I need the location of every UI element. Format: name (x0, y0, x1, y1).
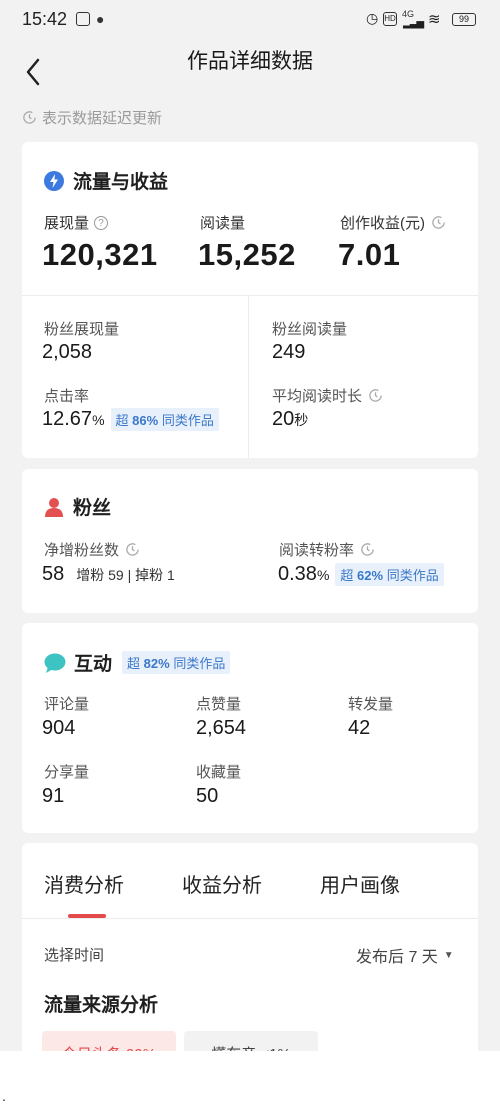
comments-label: 评论量 (44, 696, 90, 713)
delay-notice-text: 表示数据延迟更新 (42, 110, 163, 127)
ctr-label: 点击率 (44, 388, 90, 405)
fan-impressions-value: 2,058 (42, 341, 93, 363)
tab-user-profile[interactable]: 用户画像 (320, 869, 400, 898)
avg-time-row: 20秒 (272, 408, 308, 431)
conversion-row: 0.38 % 超 62% 同类作品 (278, 563, 444, 586)
earnings-label-group: 创作收益(元) (340, 212, 446, 233)
impressions-label-group: 展现量 ? (44, 212, 109, 233)
fans-card: 粉丝 净增粉丝数 58 增粉 59 | 掉粉 1 阅读转粉率 0.38 % 超 … (22, 469, 478, 613)
ctr-value: 12.67 (42, 408, 93, 430)
avg-time-label-group: 平均阅读时长 (272, 385, 383, 406)
badge-prefix: 超 (115, 413, 129, 428)
comments-value: 904 (42, 717, 76, 739)
lightning-icon (44, 170, 64, 191)
avg-time-label: 平均阅读时长 (272, 388, 363, 405)
impressions-label: 展现量 (44, 215, 90, 232)
tab-consumption[interactable]: 消费分析 (44, 869, 124, 898)
interaction-badge: 超 82% 同类作品 (122, 651, 231, 674)
net-gain-value: 58 (42, 563, 65, 585)
gallery-icon (76, 12, 90, 26)
badge-prefix: 超 (127, 656, 141, 671)
conversion-badge: 超 62% 同类作品 (335, 563, 444, 586)
person-icon (45, 497, 63, 517)
ctr-row: 12.67 % 超 86% 同类作品 (42, 408, 219, 431)
net-gain-row: 58 增粉 59 | 掉粉 1 (42, 563, 175, 586)
reads-value: 15,252 (198, 237, 296, 272)
divider (22, 295, 478, 296)
fan-impressions-label: 粉丝展现量 (44, 321, 120, 338)
delay-clock-icon (23, 111, 36, 124)
delay-clock-icon (369, 389, 382, 402)
signal-icon: ▂▃▅ (403, 18, 424, 29)
divider (248, 295, 249, 458)
fan-reads-value: 249 (272, 341, 306, 363)
wifi-icon: ≋ (428, 11, 441, 28)
avg-time-value: 20 (272, 408, 295, 430)
conversion-label: 阅读转粉率 (279, 542, 355, 559)
shares-label: 分享量 (44, 764, 90, 781)
traffic-card: 流量与收益 展现量 ? 120,321 阅读量 15,252 创作收益(元) 7… (22, 142, 478, 458)
earnings-value: 7.01 (338, 237, 401, 272)
help-icon[interactable]: ? (94, 215, 109, 230)
ctr-badge: 超 86% 同类作品 (110, 408, 219, 431)
interaction-title: 互动 (74, 654, 113, 675)
fan-reads-label: 粉丝阅读量 (272, 321, 348, 338)
badge-suffix: 同类作品 (386, 568, 439, 583)
ctr-unit: % (92, 411, 105, 428)
dot-mark: . (2, 1088, 6, 1104)
fans-section-title: 粉丝 (44, 493, 111, 520)
badge-percent: 82% (143, 656, 170, 671)
favorites-label: 收藏量 (196, 764, 242, 781)
interaction-section-title: 互动 超 82% 同类作品 (44, 649, 231, 676)
badge-prefix: 超 (340, 568, 354, 583)
bottom-panel (0, 1051, 500, 1110)
source-title: 流量来源分析 (44, 995, 159, 1016)
delay-notice: 表示数据延迟更新 (22, 107, 162, 128)
time-select-dropdown[interactable]: 发布后 7 天 ▼ (356, 943, 454, 967)
conversion-unit: % (316, 566, 330, 583)
traffic-title: 流量与收益 (73, 172, 169, 193)
conversion-label-group: 阅读转粉率 (279, 539, 375, 560)
interaction-card: 互动 超 82% 同类作品 评论量 904 点赞量 2,654 转发量 42 分… (22, 623, 478, 833)
time-select-value: 发布后 7 天 (356, 949, 438, 966)
divider (22, 918, 478, 919)
badge-suffix: 同类作品 (161, 413, 214, 428)
avg-time-unit: 秒 (294, 412, 309, 428)
battery-icon: 99 (452, 13, 476, 26)
page-title: 作品详细数据 (187, 50, 313, 73)
status-time: 15:42 (22, 9, 68, 29)
reposts-label: 转发量 (348, 696, 394, 713)
reads-label: 阅读量 (200, 215, 246, 232)
badge-percent: 86% (132, 413, 159, 428)
impressions-value: 120,321 (42, 237, 158, 272)
likes-label: 点赞量 (196, 696, 242, 713)
earnings-label: 创作收益(元) (340, 215, 425, 232)
tab-earnings[interactable]: 收益分析 (182, 869, 262, 898)
hd-icon: HD (383, 12, 397, 26)
favorites-value: 50 (196, 785, 219, 807)
caret-down-icon: ▼ (443, 949, 454, 961)
wechat-icon: ● (96, 11, 105, 27)
reposts-value: 42 (348, 717, 371, 739)
net-gain-label: 净增粉丝数 (44, 542, 120, 559)
likes-value: 2,654 (196, 717, 247, 739)
conversion-value: 0.38 (278, 563, 317, 585)
shares-value: 91 (42, 785, 65, 807)
delay-clock-icon (361, 543, 374, 556)
badge-suffix: 同类作品 (173, 656, 226, 671)
chat-bubble-icon (44, 653, 66, 673)
time-select-label: 选择时间 (44, 947, 105, 964)
fans-title: 粉丝 (73, 498, 112, 519)
delay-clock-icon (126, 543, 139, 556)
badge-percent: 62% (357, 568, 384, 583)
alarm-icon: ◷ (366, 10, 379, 26)
delay-clock-icon (432, 216, 445, 229)
net-gain-detail: 增粉 59 | 掉粉 1 (76, 566, 175, 583)
net-gain-label-group: 净增粉丝数 (44, 539, 140, 560)
traffic-section-title: 流量与收益 (44, 167, 168, 194)
status-bar: 15:42 ● ◷ HD 4G ▂▃▅ ≋ 99 (0, 0, 500, 40)
